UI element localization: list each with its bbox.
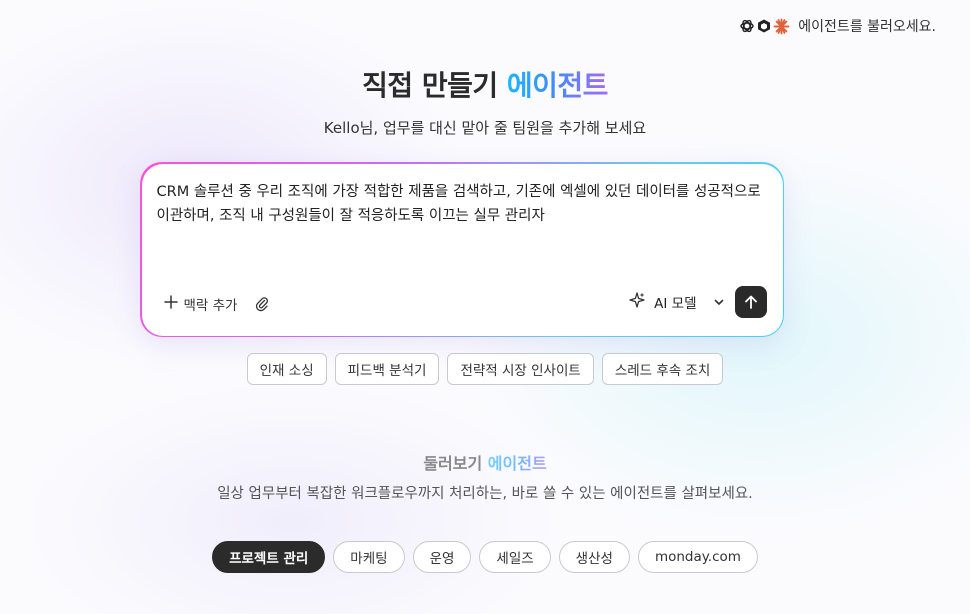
suggestion-chip[interactable]: 전략적 시장 인사이트 (447, 353, 594, 385)
explore-title: 둘러보기 에이전트 (0, 450, 970, 474)
tab-operations[interactable]: 운영 (412, 541, 472, 573)
explore-subtitle: 일상 업무부터 복잡한 워크플로우까지 처리하는, 바로 쓸 수 있는 에이전트… (217, 486, 753, 502)
ai-model-select[interactable]: AI 모델 (628, 291, 724, 313)
prompt-input[interactable]: CRM 솔루션 중 우리 조직에 가장 적합한 제품을 검색하고, 기존에 엑셀… (157, 180, 765, 228)
suggestion-chips: 인재 소싱 피드백 분석기 전략적 시장 인사이트 스레드 후속 조치 (0, 353, 970, 385)
tab-productivity[interactable]: 생산성 (558, 541, 630, 573)
chevron-down-icon (713, 296, 725, 308)
openai-icon (739, 18, 755, 34)
category-tabs: 프로젝트 관리 마케팅 운영 세일즈 생산성 monday.com (0, 541, 970, 573)
explore-title-main: 둘러보기 (423, 454, 488, 473)
plus-icon (163, 294, 178, 313)
ai-model-label: AI 모델 (654, 295, 697, 312)
tab-project-management[interactable]: 프로젝트 관리 (212, 541, 326, 573)
paperclip-icon[interactable] (255, 296, 269, 312)
explore-title-accent: 에이전트 (487, 454, 547, 473)
page-title-main: 직접 만들기 (362, 69, 507, 102)
box-icon (756, 18, 772, 34)
tab-monday[interactable]: monday.com (637, 541, 758, 573)
add-context-label: 맥락 추가 (183, 297, 238, 314)
suggestion-chip[interactable]: 스레드 후속 조치 (601, 353, 724, 385)
add-context-button[interactable]: 맥락 추가 (163, 294, 238, 314)
page-subtitle: Kello님, 업무를 대신 맡아 줄 팀원을 추가해 보세요 (323, 119, 647, 137)
suggestion-chip[interactable]: 피드백 분석기 (334, 353, 440, 385)
brand-icons (739, 18, 790, 35)
arrow-up-icon (743, 294, 759, 310)
load-agent-label: 에이전트를 불러오세요. (798, 19, 936, 35)
sparkle-icon (628, 291, 646, 313)
tab-sales[interactable]: 세일즈 (479, 541, 551, 573)
agent-prompt-box: CRM 솔루션 중 우리 조직에 가장 적합한 제품을 검색하고, 기존에 엑셀… (140, 162, 784, 337)
send-button[interactable] (734, 285, 767, 318)
suggestion-chip[interactable]: 인재 소싱 (246, 353, 327, 385)
anthropic-icon (773, 18, 790, 35)
page-title: 직접 만들기 에이전트 (0, 64, 970, 104)
page-title-accent: 에이전트 (506, 69, 609, 102)
tab-marketing[interactable]: 마케팅 (333, 541, 405, 573)
load-agent-link[interactable]: 에이전트를 불러오세요. (739, 16, 936, 36)
